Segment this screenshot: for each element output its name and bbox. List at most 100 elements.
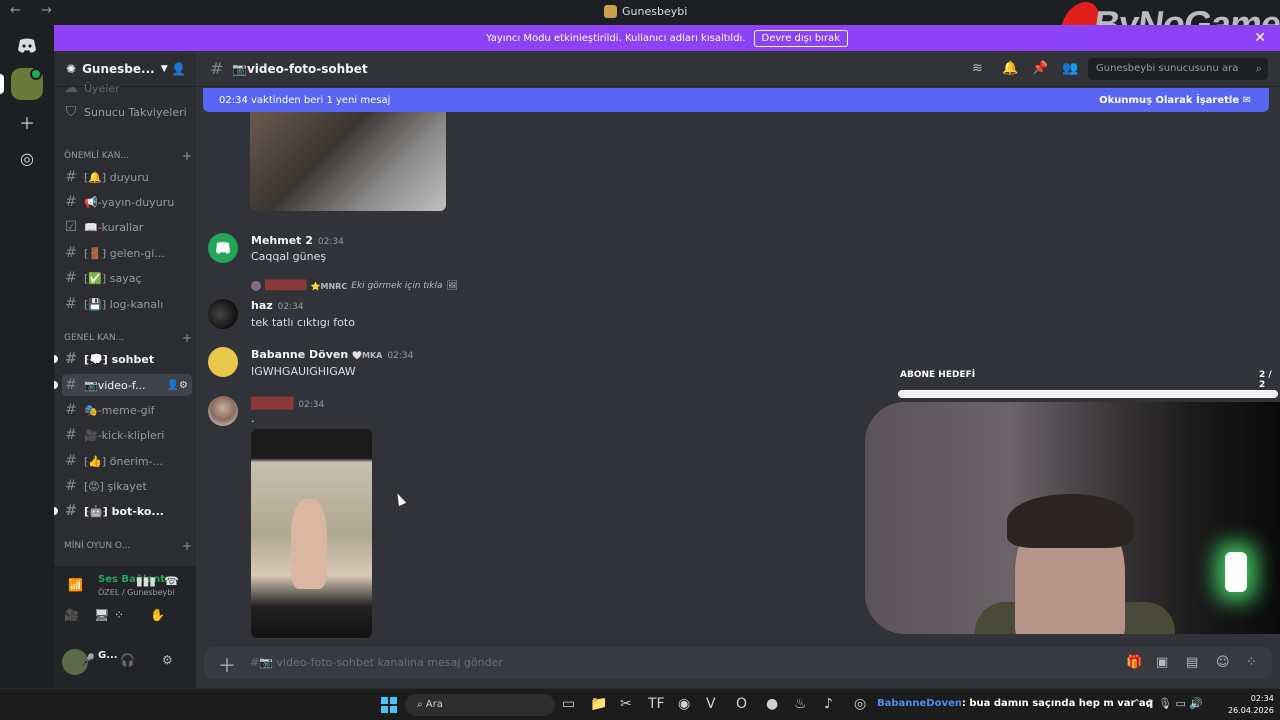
emoji-icon[interactable]: ☺ <box>1216 655 1230 670</box>
sticker-icon[interactable]: ▤ <box>1186 655 1198 670</box>
search-icon: ⌕ <box>417 699 423 710</box>
tray-icons[interactable]: ⌃ ♫ 🎙 ▭ 🔊 <box>1132 697 1203 710</box>
add-channel-icon[interactable]: + <box>182 539 192 553</box>
close-icon[interactable]: ✕ <box>1254 30 1266 46</box>
progress-fill <box>899 391 1277 397</box>
message-time: 02:34 <box>317 237 344 247</box>
hash-icon: # <box>210 59 224 78</box>
bell-icon[interactable]: 🔔 <box>1002 61 1018 76</box>
hash-icon: # <box>65 245 77 261</box>
message-image[interactable] <box>250 112 446 211</box>
message-time: 02:34 <box>387 351 414 361</box>
channel-sikayet[interactable]: # ⁅😡⁆ şikayet <box>62 475 192 497</box>
avatar[interactable] <box>208 347 238 377</box>
webcam-overlay <box>865 402 1280 634</box>
hash-icon: # <box>65 453 77 469</box>
channel-sayac[interactable]: # ⁅✅⁆ sayaç <box>62 267 192 289</box>
task-view-icon[interactable]: ▭ <box>562 696 575 712</box>
discord-home-icon[interactable] <box>11 30 43 62</box>
disable-streamer-mode-button[interactable]: Devre dışı bırak <box>753 29 848 47</box>
coin-icon[interactable]: ● <box>766 696 778 712</box>
selected-server-pill <box>0 74 4 94</box>
message-text: IGWHGAUIGHIGAW <box>251 365 356 378</box>
message-author[interactable]: █████ 02:34 <box>251 397 324 410</box>
reply-preview[interactable]: ██████ ⭐MNRC Eki görmek için tıkla 🖼 <box>251 281 458 291</box>
add-channel-icon[interactable]: + <box>182 331 192 345</box>
avatar[interactable] <box>208 299 238 329</box>
noise-icon[interactable]: ▮▮▮ <box>136 574 156 588</box>
channel-meme-gif[interactable]: # 🎭-meme-gif <box>62 399 192 421</box>
sidebar-item-members[interactable]: ☁ Üyeler <box>62 81 192 95</box>
gif-icon[interactable]: ▣ <box>1156 655 1168 670</box>
capcut-icon[interactable]: ✂ <box>620 696 632 712</box>
gift-icon[interactable]: 🎁 <box>1126 655 1142 670</box>
avatar[interactable] <box>208 233 238 263</box>
apps-icon[interactable]: ⁘ <box>1246 655 1257 670</box>
sidebar-item-boosts[interactable]: ⛉ Sunucu Takviyeleri <box>62 101 192 123</box>
channel-yayin-duyuru[interactable]: # 📢-yayın-duyuru <box>62 191 192 213</box>
discord-taskbar-icon[interactable]: ◎ <box>854 696 866 712</box>
message-author[interactable]: Mehmet 2 02:34 <box>251 234 344 247</box>
windows-start-icon[interactable] <box>381 697 397 713</box>
clock-time: 02:34 <box>1250 694 1274 703</box>
message-composer[interactable]: ＋ #📷 video-foto-sohbet kanalına mesaj gö… <box>204 647 1272 679</box>
channel-kurallar[interactable]: ☑ 📖-kurallar <box>62 216 192 238</box>
channel-bot-komut[interactable]: # ⁅🤖⁆ bot-ko... <box>62 500 192 522</box>
app-v-icon[interactable]: V <box>706 696 716 712</box>
boost-icon: ⛉ <box>65 104 77 120</box>
soundboard-icon[interactable]: ✋ <box>150 608 165 622</box>
channel-log-kanali[interactable]: # ⁅💾⁆ log-kanalı <box>62 293 192 315</box>
invite-icon[interactable]: 👤 <box>171 62 186 76</box>
search-input[interactable]: Gunesbeybi sunucusunu ara ⌕ <box>1088 58 1268 80</box>
screen-share-icon[interactable]: 🖥 <box>94 608 109 622</box>
members-list-icon[interactable]: 👥 <box>1062 61 1078 76</box>
message-author[interactable]: haz 02:34 <box>251 299 304 312</box>
opera-icon[interactable]: O <box>736 696 747 712</box>
mic-icon[interactable]: 🎤 <box>80 653 95 667</box>
pin-icon[interactable]: 📌 <box>1032 61 1048 76</box>
threads-icon[interactable]: ≋ <box>972 61 983 76</box>
mark-as-read-button[interactable]: Okunmuş Olarak İşaretle ✉ <box>1099 95 1251 106</box>
channel-gelen-giden[interactable]: # ⁅🚪⁆ gelen-gi... <box>62 242 192 264</box>
explore-icon[interactable]: ◎ <box>11 142 43 174</box>
app-tf-icon[interactable]: TF <box>648 696 665 712</box>
taskbar-search[interactable]: ⌕ Ara <box>405 694 555 716</box>
channel-settings-icon[interactable]: 👤⚙ <box>167 380 192 391</box>
channel-video-foto-sohbet[interactable]: # 📷video-f... 👤⚙ <box>62 374 192 396</box>
taskbar-clock[interactable]: 02:34 26.04.2026 <box>1228 693 1274 717</box>
hash-icon: # <box>65 296 77 312</box>
composer-placeholder: #📷 video-foto-sohbet kanalına mesaj gönd… <box>250 656 503 669</box>
disconnect-icon[interactable]: ☎ <box>164 574 179 588</box>
message-author[interactable]: Babanne Döven 🤍MKA 02:34 <box>251 348 413 361</box>
user-name[interactable]: G... <box>98 650 118 661</box>
category-onemli[interactable]: ÖNEMLİ KAN... + <box>64 148 192 164</box>
category-mini-oyun[interactable]: MİNİ OYUN O... + <box>64 538 192 554</box>
file-explorer-icon[interactable]: 📁 <box>590 696 607 712</box>
channel-sohbet[interactable]: # ⁅💭⁆ sohbet <box>62 348 192 370</box>
search-icon: ⌕ <box>1255 62 1262 75</box>
nav-arrows[interactable]: ← → <box>10 3 60 18</box>
category-genel[interactable]: GENEL KAN... + <box>64 330 192 346</box>
gear-icon[interactable]: ⚙ <box>162 653 173 667</box>
channel-duyuru[interactable]: # ⁅🔔⁆ duyuru <box>62 166 192 188</box>
hash-icon: # <box>65 478 77 494</box>
banner-text: Yayıncı Modu etkinleştirildi. Kullanıcı … <box>486 32 746 44</box>
tiktok-icon[interactable]: ♪ <box>824 696 833 712</box>
activities-icon[interactable]: ⁘ <box>114 608 124 622</box>
headphones-icon[interactable]: 🎧 <box>120 653 135 667</box>
webcam-light <box>1225 552 1247 592</box>
chrome-icon[interactable]: ◉ <box>678 696 690 712</box>
channel-onerim[interactable]: # ⁅👍⁆ önerim-... <box>62 450 192 472</box>
channel-kick-klipleri[interactable]: # 🎥-kick-klipleri <box>62 424 192 446</box>
attach-icon[interactable]: ＋ <box>218 652 236 678</box>
avatar[interactable] <box>208 396 238 426</box>
steam-icon[interactable]: ♨ <box>794 696 807 712</box>
camera-off-icon[interactable]: 🎥 <box>64 608 79 622</box>
voice-channel[interactable]: ÖZEL / Gunesbeybi <box>98 588 175 597</box>
message-text: tek tatlı cıktıgı foto <box>251 316 355 329</box>
redacted-name: █████ <box>251 397 294 410</box>
new-messages-bar[interactable]: 02:34 vaktinden beri 1 yeni mesaj Okunmu… <box>203 88 1269 112</box>
message-image[interactable] <box>251 429 372 638</box>
add-channel-icon[interactable]: + <box>182 149 192 163</box>
add-server-icon[interactable]: ＋ <box>11 106 43 138</box>
